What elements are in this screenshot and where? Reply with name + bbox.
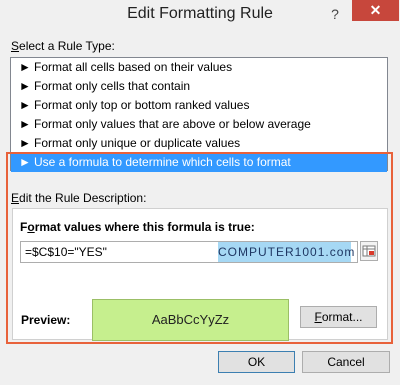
- title-bar: Edit Formatting Rule ? ✕: [0, 0, 400, 30]
- format-button[interactable]: Format...: [300, 306, 377, 328]
- preview-sample: AaBbCcYyZz: [92, 299, 289, 341]
- rule-type-item[interactable]: ► Format only cells that contain: [11, 77, 387, 96]
- preview-label: Preview:: [21, 313, 71, 327]
- ok-button[interactable]: OK: [218, 351, 295, 373]
- arrow-icon: ►: [19, 60, 31, 74]
- rule-type-label: Select a Rule Type:: [11, 39, 115, 53]
- arrow-icon: ►: [19, 79, 31, 93]
- rule-type-item[interactable]: ► Format only values that are above or be…: [11, 115, 387, 134]
- close-button[interactable]: ✕: [352, 0, 399, 21]
- arrow-icon: ►: [19, 98, 31, 112]
- arrow-icon: ►: [19, 136, 31, 150]
- range-select-icon: [362, 245, 376, 257]
- cancel-button[interactable]: Cancel: [302, 351, 390, 373]
- watermark-label: COMPUTER1001.com: [218, 242, 354, 262]
- help-button[interactable]: ?: [325, 4, 345, 24]
- collapse-dialog-button[interactable]: [360, 241, 378, 261]
- edit-description-label: Edit the Rule Description:: [11, 191, 147, 205]
- arrow-icon: ►: [19, 117, 31, 131]
- rule-type-item[interactable]: ► Format all cells based on their values: [11, 58, 387, 77]
- rule-type-item[interactable]: ► Format only top or bottom ranked values: [11, 96, 387, 115]
- formula-label: Format values where this formula is true…: [20, 220, 255, 234]
- rule-type-item[interactable]: ► Format only unique or duplicate values: [11, 134, 387, 153]
